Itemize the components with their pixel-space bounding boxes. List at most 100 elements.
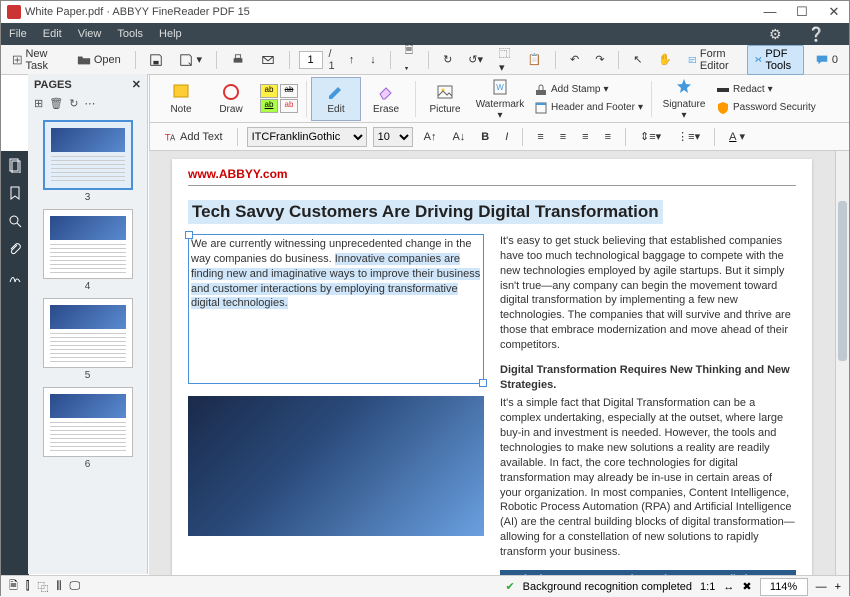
password-security-button[interactable]: Password Security — [712, 100, 820, 116]
text-edit-box[interactable]: We are currently witnessing unprecedente… — [188, 234, 484, 384]
page-down-button[interactable]: ↓ — [365, 51, 381, 69]
pointer-button[interactable]: ↖ — [628, 50, 647, 69]
view-two-page-icon[interactable]: ⿻ — [37, 579, 48, 595]
zoom-in-button[interactable]: + — [835, 581, 841, 593]
strikethrough-button[interactable]: ab — [280, 84, 298, 98]
svg-text:A: A — [170, 133, 176, 142]
align-right-button[interactable]: ≡ — [577, 128, 593, 146]
page-menu-button[interactable]: 🗎▾ — [400, 38, 420, 82]
side-strip — [1, 151, 29, 575]
watermark-button[interactable]: W Watermark▾ — [470, 77, 530, 121]
page-thumbnail[interactable] — [43, 209, 133, 279]
comments-button[interactable]: 0 — [810, 50, 843, 70]
view-continuous-icon[interactable]: ⫿ — [26, 580, 30, 593]
arrange-button[interactable]: ⿹▾ — [494, 42, 517, 77]
highlight-yellow-button[interactable]: ab — [260, 84, 278, 98]
increase-font-button[interactable]: A↑ — [419, 128, 442, 146]
rotate-left-button[interactable]: ↻ — [438, 50, 457, 69]
save-as-button[interactable]: ▾ — [174, 50, 207, 70]
line-spacing-button[interactable]: ⇕≡▾ — [635, 127, 666, 146]
font-color-button[interactable]: A▾ — [724, 127, 750, 146]
document-heading[interactable]: Tech Savvy Customers Are Driving Digital… — [188, 200, 663, 224]
document-image — [188, 396, 484, 536]
open-button[interactable]: Open — [72, 50, 126, 70]
search-tab-icon[interactable] — [7, 213, 23, 229]
align-justify-button[interactable]: ≡ — [600, 128, 616, 146]
menu-tools[interactable]: Tools — [117, 28, 143, 40]
vertical-scrollbar[interactable] — [835, 151, 849, 575]
bold-button[interactable]: B — [476, 128, 494, 146]
page-thumbnail[interactable] — [43, 387, 133, 457]
paragraph[interactable]: It's a simple fact that Digital Transfor… — [500, 396, 796, 559]
highlight-green-button[interactable]: ab — [260, 99, 278, 113]
menu-view[interactable]: View — [78, 28, 102, 40]
scrollbar-thumb[interactable] — [838, 201, 847, 361]
view-single-icon[interactable]: 🗎 — [9, 577, 18, 596]
pages-tab-icon[interactable] — [7, 157, 23, 173]
italic-button[interactable]: I — [500, 128, 513, 146]
attachments-tab-icon[interactable] — [7, 241, 23, 257]
zoom-ratio[interactable]: 1:1 — [700, 581, 715, 593]
zoom-input[interactable] — [760, 578, 808, 596]
main-toolbar: New Task Open ▾ / 1 ↑ ↓ 🗎▾ ↻ ↺▾ ⿹▾ 📋 ↶ ↷… — [1, 45, 849, 75]
insert-text-button[interactable]: ab — [280, 99, 298, 113]
rotate-page-icon[interactable]: ↻ — [69, 97, 78, 110]
signatures-tab-icon[interactable] — [7, 269, 23, 285]
new-task-button[interactable]: New Task — [7, 45, 66, 75]
print-button[interactable] — [226, 50, 250, 70]
page-number-input[interactable] — [299, 51, 323, 69]
pages-panel-title: PAGES — [34, 79, 72, 91]
hand-button[interactable]: ✋ — [653, 50, 677, 69]
bullets-button[interactable]: ⋮≡▾ — [672, 127, 705, 146]
rotate-right-button[interactable]: ↺▾ — [463, 50, 488, 69]
font-select[interactable]: ITCFranklinGothic — [247, 127, 367, 147]
menu-edit[interactable]: Edit — [43, 28, 62, 40]
undo-button[interactable]: ↶ — [565, 50, 584, 69]
window-minimize[interactable]: — — [761, 4, 779, 20]
ribbon: Note Draw ab ab ab ab Edit Erase Picture… — [149, 75, 849, 123]
bookmarks-tab-icon[interactable] — [7, 185, 23, 201]
pages-panel-close[interactable]: ✕ — [132, 78, 141, 91]
picture-button[interactable]: Picture — [420, 77, 470, 121]
edit-button[interactable]: Edit — [311, 77, 361, 121]
pdf-tools-button[interactable]: PDF Tools — [747, 45, 804, 75]
erase-button[interactable]: Erase — [361, 77, 411, 121]
add-text-button[interactable]: TA Add Text — [158, 127, 228, 147]
align-center-button[interactable]: ≡ — [555, 128, 571, 146]
menu-file[interactable]: File — [9, 28, 27, 40]
document-view[interactable]: www.ABBYY.com Tech Savvy Customers Are D… — [149, 151, 835, 575]
redo-button[interactable]: ↷ — [590, 50, 609, 69]
save-button[interactable] — [144, 50, 168, 70]
more-page-icon[interactable]: ⋯ — [84, 97, 95, 110]
email-button[interactable] — [256, 50, 280, 70]
header-footer-button[interactable]: Header and Footer▾ — [530, 100, 647, 116]
document-url: www.ABBYY.com — [188, 159, 796, 186]
signature-button[interactable]: Signature▾ — [656, 77, 712, 121]
note-button[interactable]: Note — [156, 77, 206, 121]
view-book-icon[interactable]: ⫼ — [56, 580, 61, 593]
window-maximize[interactable]: ☐ — [793, 4, 811, 20]
add-stamp-button[interactable]: Add Stamp▾ — [530, 82, 647, 98]
font-size-select[interactable]: 10 — [373, 127, 413, 147]
subheading[interactable]: Digital Transformation Requires New Thin… — [500, 363, 796, 393]
draw-button[interactable]: Draw — [206, 77, 256, 121]
page-up-button[interactable]: ↑ — [344, 51, 360, 69]
fit-page-icon[interactable]: ✖ — [742, 580, 751, 593]
window-close[interactable]: ✕ — [825, 4, 843, 20]
help-icon[interactable]: ❔ — [808, 26, 825, 43]
decrease-font-button[interactable]: A↓ — [447, 128, 470, 146]
delete-page-icon[interactable]: 🗑 — [49, 97, 63, 110]
redact-button[interactable]: Redact▾ — [712, 82, 820, 98]
zoom-out-button[interactable]: — — [816, 581, 827, 593]
settings-icon[interactable]: ⚙ — [769, 26, 782, 43]
page-thumbnail[interactable] — [43, 298, 133, 368]
add-page-icon[interactable]: ⊞ — [34, 97, 43, 110]
page-thumbnail[interactable] — [43, 120, 133, 190]
fit-width-icon[interactable]: ↔ — [723, 581, 734, 593]
clipboard-button[interactable]: 📋 — [523, 50, 547, 69]
form-editor-button[interactable]: Form Editor — [683, 45, 741, 75]
view-fullscreen-icon[interactable]: 🖵 — [69, 580, 80, 593]
align-left-button[interactable]: ≡ — [532, 128, 548, 146]
paragraph[interactable]: It's easy to get stuck believing that es… — [500, 234, 796, 353]
menu-help[interactable]: Help — [159, 28, 182, 40]
